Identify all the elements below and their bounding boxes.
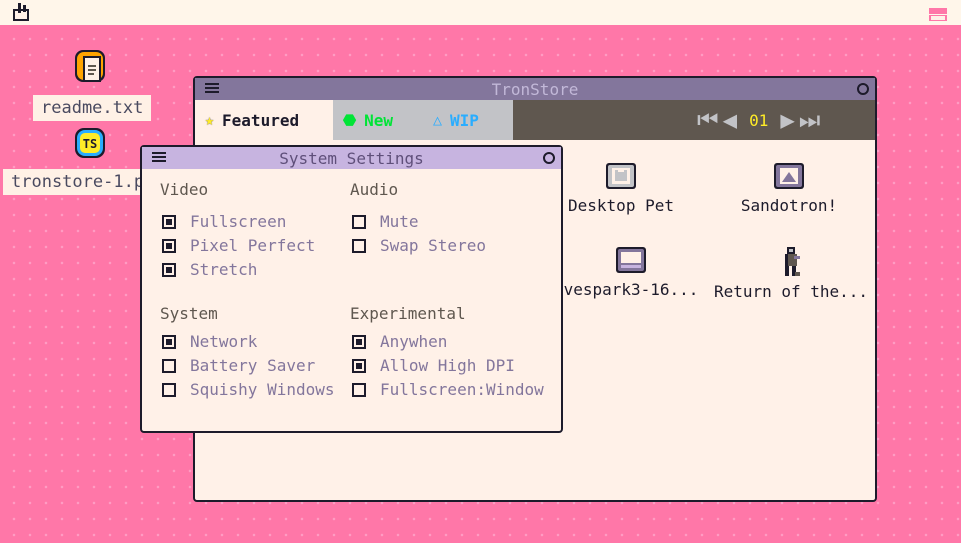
option-mute[interactable]: Mute <box>352 212 419 231</box>
pager: ⏮ ◀ 01 ▶ ⏭ <box>697 108 820 132</box>
option-label: Allow High DPI <box>380 356 515 375</box>
system-settings-window[interactable]: System Settings Video Fullscreen Pixel P… <box>140 145 563 433</box>
option-label: Anywhen <box>380 332 448 351</box>
option-fullscreen-window[interactable]: Fullscreen:Window <box>352 380 544 399</box>
triangle-icon: △ <box>433 111 443 129</box>
desktop-icon-label: tronstore-1.p <box>3 169 153 195</box>
option-battery-saver[interactable]: Battery Saver <box>162 356 315 375</box>
tab-featured[interactable]: ★ Featured <box>195 100 333 140</box>
window-title: System Settings <box>279 148 424 168</box>
option-squishy-windows[interactable]: Squishy Windows <box>162 380 335 399</box>
text-file-icon <box>75 50 105 82</box>
app-desktop-pet[interactable]: Desktop Pet <box>561 162 681 215</box>
option-anywhen[interactable]: Anywhen <box>352 332 447 351</box>
tab-bar: ★ Featured ⬣ New △ WIP ⏮ ◀ 01 ▶ ⏭ <box>195 100 875 140</box>
window-list-icon[interactable] <box>929 7 949 26</box>
prev-page-icon[interactable]: ◀ <box>723 108 737 132</box>
menu-icon[interactable] <box>205 83 219 93</box>
checkbox[interactable] <box>162 358 176 373</box>
app-label: Return of the... <box>713 282 869 301</box>
option-label: Fullscreen:Window <box>380 380 544 399</box>
option-label: Swap Stereo <box>380 236 486 255</box>
option-label: Battery Saver <box>190 356 316 375</box>
app-return-of-the[interactable]: Return of the... <box>711 246 871 301</box>
last-page-icon[interactable]: ⏭ <box>799 108 821 132</box>
option-label: Stretch <box>190 260 258 279</box>
option-label: Squishy Windows <box>190 380 335 399</box>
section-heading-audio: Audio <box>350 180 399 199</box>
top-bar <box>0 0 961 25</box>
checkbox[interactable] <box>162 262 176 277</box>
app-vespark[interactable]: vespark3-16... <box>561 246 701 299</box>
checkbox[interactable] <box>352 358 366 373</box>
desktop-icon-label: readme.txt <box>33 95 152 121</box>
cat-monitor-icon <box>606 163 636 189</box>
tab-label: WIP <box>450 110 479 130</box>
checkbox[interactable] <box>162 214 176 229</box>
option-pixel-perfect[interactable]: Pixel Perfect <box>162 236 315 255</box>
landscape-monitor-icon <box>774 163 804 189</box>
monitor-icon <box>616 247 646 273</box>
tronstore-badge-icon: TS <box>75 128 105 158</box>
window-title: TronStore <box>491 79 579 99</box>
option-label: Pixel Perfect <box>190 236 316 255</box>
option-fullscreen[interactable]: Fullscreen <box>162 212 286 231</box>
section-heading-system: System <box>160 304 218 323</box>
star-icon: ★ <box>205 111 215 129</box>
app-sandotron[interactable]: Sandotron! <box>729 162 849 215</box>
app-label: Desktop Pet <box>568 196 674 215</box>
tronstore-badge-text: TS <box>83 137 97 151</box>
option-network[interactable]: Network <box>162 332 257 351</box>
option-swap-stereo[interactable]: Swap Stereo <box>352 236 486 255</box>
first-page-icon[interactable]: ⏮ <box>697 108 719 132</box>
next-page-icon[interactable]: ▶ <box>780 108 794 132</box>
page-number: 01 <box>749 110 769 130</box>
character-sprite-icon <box>785 247 800 276</box>
checkbox[interactable] <box>352 334 366 349</box>
app-label: Sandotron! <box>740 196 838 215</box>
option-label: Network <box>190 332 258 351</box>
checkbox[interactable] <box>352 214 366 229</box>
close-icon[interactable] <box>857 83 869 95</box>
tronstore-titlebar[interactable]: TronStore <box>195 78 875 100</box>
option-label: Fullscreen <box>190 212 287 231</box>
close-icon[interactable] <box>543 152 555 164</box>
tab-new[interactable]: ⬣ New <box>333 100 423 140</box>
option-allow-high-dpi[interactable]: Allow High DPI <box>352 356 515 375</box>
section-heading-experimental: Experimental <box>350 304 466 323</box>
gem-icon: ⬣ <box>343 111 357 129</box>
settings-titlebar[interactable]: System Settings <box>142 147 561 169</box>
tab-label: Featured <box>222 110 300 130</box>
option-stretch[interactable]: Stretch <box>162 260 257 279</box>
checkbox[interactable] <box>162 238 176 253</box>
tab-label: New <box>364 110 394 130</box>
checkbox[interactable] <box>352 382 366 397</box>
checkbox[interactable] <box>352 238 366 253</box>
option-label: Mute <box>380 212 419 231</box>
checkbox[interactable] <box>162 382 176 397</box>
app-label: vespark3-16... <box>563 280 699 299</box>
tab-wip[interactable]: △ WIP <box>423 100 513 140</box>
section-heading-video: Video <box>160 180 209 199</box>
checkbox[interactable] <box>162 334 176 349</box>
menu-icon[interactable] <box>152 152 166 162</box>
system-menu-icon[interactable] <box>11 1 35 27</box>
